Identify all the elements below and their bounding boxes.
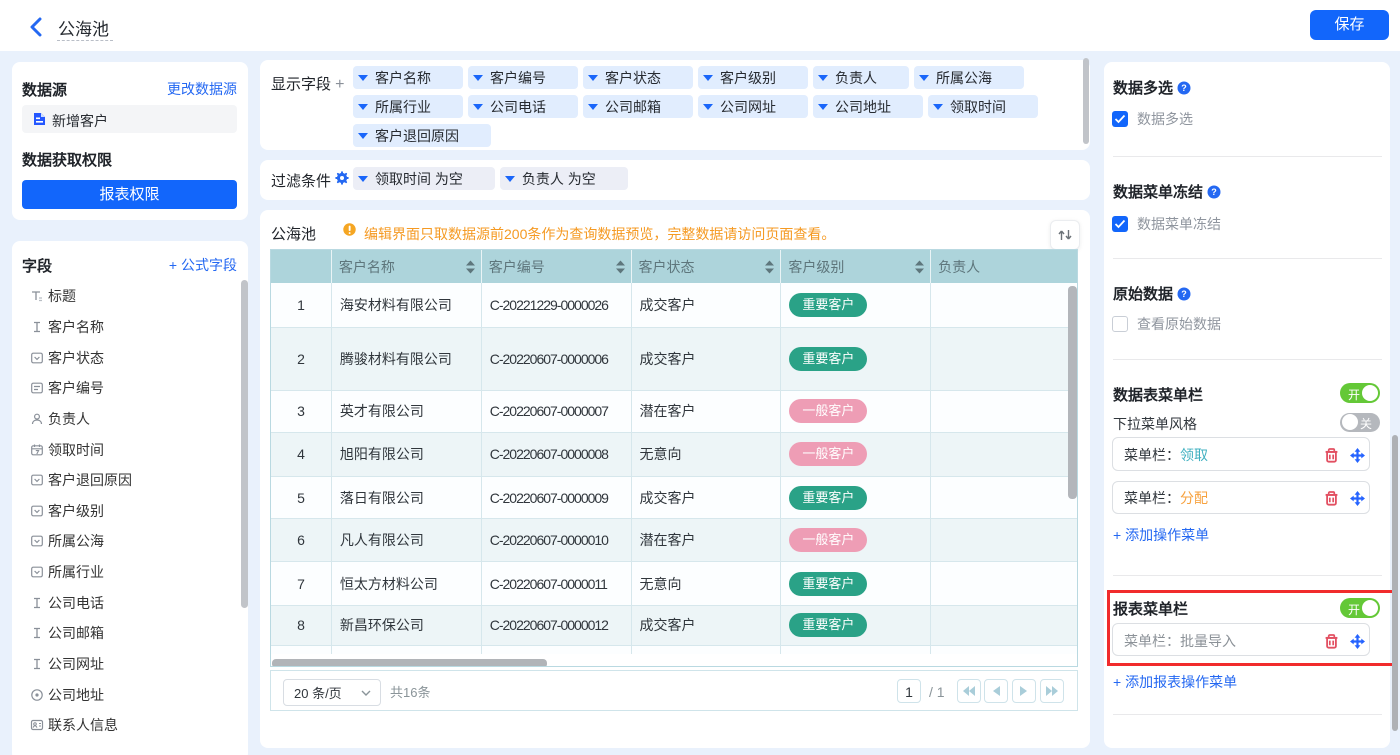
svg-text:?: ? <box>1181 289 1187 299</box>
svg-text:?: ? <box>1211 187 1217 197</box>
svg-text:?: ? <box>1181 83 1187 93</box>
